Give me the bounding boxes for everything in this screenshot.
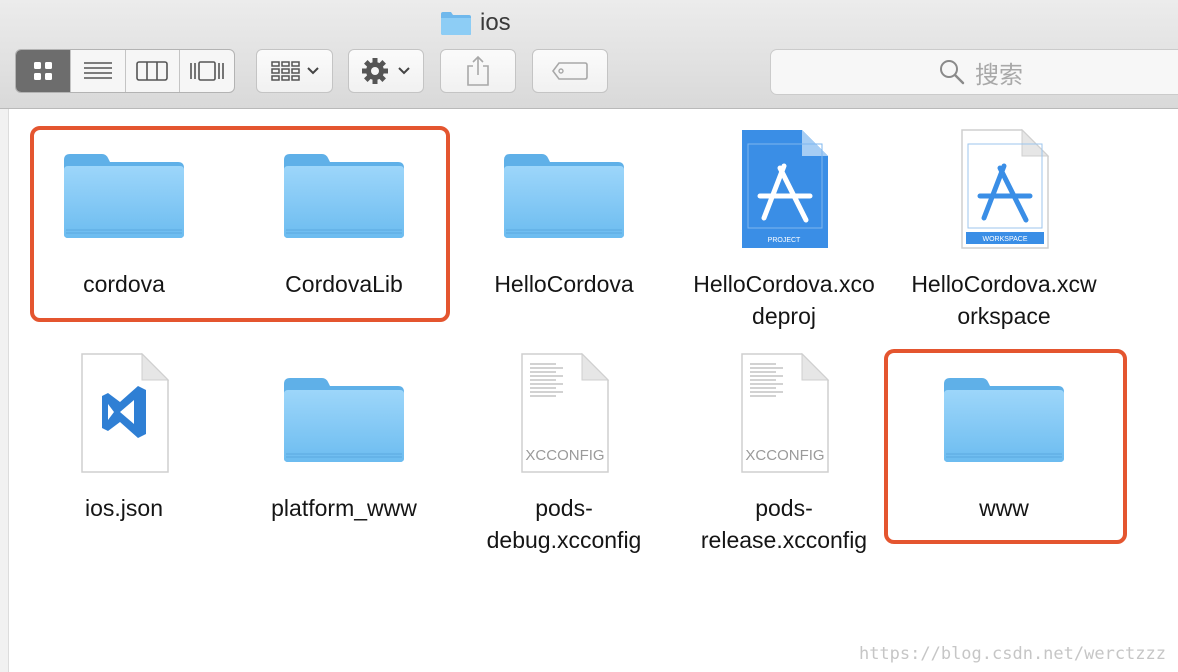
icon-view-button[interactable] — [16, 50, 71, 92]
folder-icon — [282, 364, 406, 469]
sidebar-edge — [0, 109, 9, 672]
file-item[interactable]: platform_www — [241, 0, 447, 521]
watermark: https://blog.csdn.net/werctzzz — [858, 644, 1166, 664]
window-toolbar: ios 搜索 — [0, 0, 1178, 109]
file-name-label: HelloCordova.xco deproj — [693, 271, 875, 329]
share-icon — [467, 55, 489, 86]
file-item[interactable]: XCCONFIG pods- debug.xcconfig — [461, 0, 667, 553]
share-button[interactable] — [440, 49, 516, 93]
file-item[interactable]: ios.json — [21, 0, 227, 521]
tag-button[interactable] — [532, 49, 608, 93]
search-field[interactable]: 搜索 — [770, 49, 1178, 95]
file-name-label: pods- release.xcconfig — [700, 495, 868, 553]
file-name-label: ios.json — [85, 495, 163, 521]
arrange-button[interactable] — [256, 49, 333, 93]
column-view-icon — [136, 61, 169, 81]
column-view-button[interactable] — [126, 50, 181, 92]
window-title: ios — [440, 8, 511, 38]
cover-flow-view-icon — [190, 61, 224, 81]
folder-icon — [441, 12, 471, 35]
file-name-label: HelloCordova — [494, 271, 634, 297]
file-item[interactable]: XCCONFIG pods- release.xcconfig — [681, 0, 887, 553]
cover-flow-view-button[interactable] — [180, 50, 234, 92]
list-view-button[interactable] — [71, 50, 126, 92]
file-name-label: platform_www — [271, 495, 417, 521]
view-mode-segmented-control[interactable] — [15, 49, 235, 93]
svg-text:WORKSPACE: WORKSPACE — [983, 236, 1028, 243]
file-name-label: HelloCordova.xcw orkspace — [911, 271, 1097, 329]
search-icon — [940, 60, 965, 85]
svg-text:PROJECT: PROJECT — [768, 237, 801, 244]
xcode-workspace-icon: WORKSPACE — [956, 128, 1052, 257]
window-title-text: ios — [480, 9, 511, 36]
gear-icon — [362, 58, 410, 84]
highlight-box-cordova-group — [30, 126, 450, 322]
vscode-json-file-icon — [76, 352, 172, 481]
svg-text:XCCONFIG: XCCONFIG — [745, 447, 824, 464]
svg-text:XCCONFIG: XCCONFIG — [525, 447, 604, 464]
folder-icon — [502, 140, 626, 245]
grid-arrange-icon — [270, 61, 319, 81]
tag-icon — [552, 62, 588, 80]
action-button[interactable] — [348, 49, 424, 93]
xcconfig-file-icon: XCCONFIG — [736, 352, 832, 481]
highlight-box-www — [884, 349, 1127, 544]
xcconfig-file-icon: XCCONFIG — [516, 352, 612, 481]
search-placeholder: 搜索 — [975, 61, 1023, 89]
icon-view-icon — [33, 62, 52, 80]
xcode-project-icon: PROJECT — [736, 128, 832, 257]
file-item[interactable]: www — [901, 0, 1107, 521]
list-view-icon — [83, 62, 112, 79]
file-name-label: pods- debug.xcconfig — [486, 495, 642, 553]
